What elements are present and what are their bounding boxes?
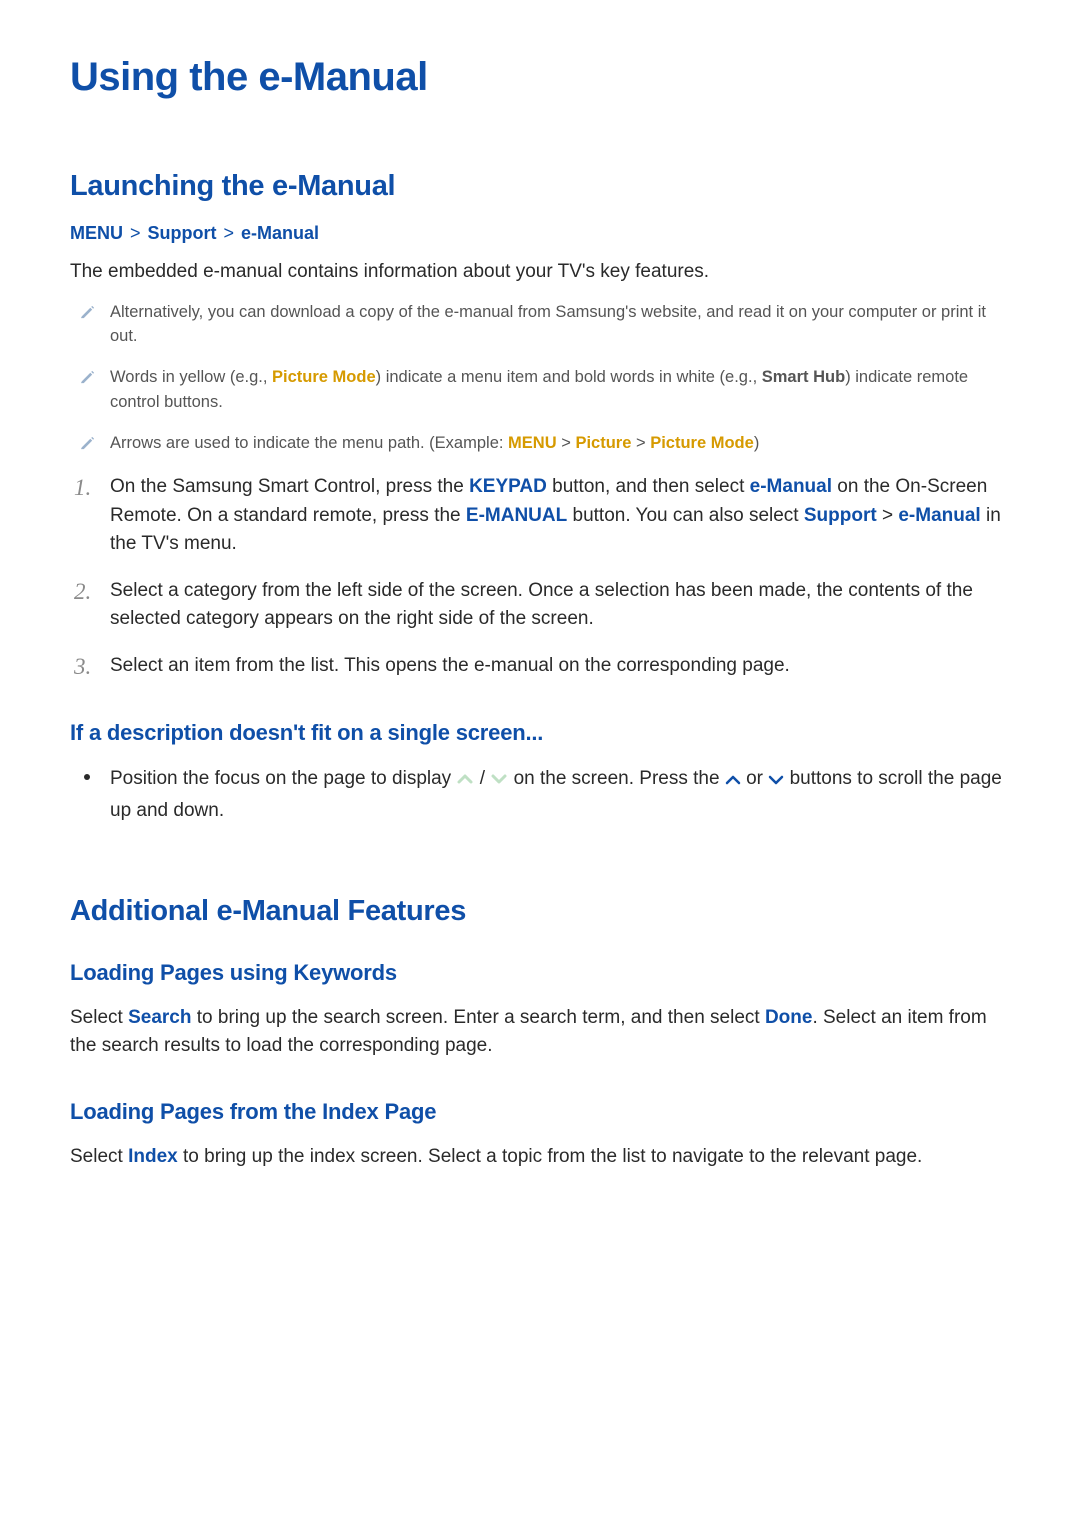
menu-ref: Support: [804, 505, 877, 526]
subsection-heading-keywords: Loading Pages using Keywords: [70, 960, 1010, 986]
button-ref: E-MANUAL: [466, 505, 567, 526]
note-icon: [80, 433, 95, 448]
step-text: On the Samsung Smart Control, press the …: [110, 476, 1001, 554]
text-fragment: Position the focus on the page to displa…: [110, 768, 456, 789]
chevron-down-soft-icon: [490, 766, 508, 795]
text-fragment: /: [480, 768, 491, 789]
chevron-up-icon: [725, 766, 741, 795]
note-icon: [80, 367, 95, 382]
text-fragment: to bring up the search screen. Enter a s…: [191, 1007, 764, 1028]
note-item: Words in yellow (e.g., Picture Mode) ind…: [70, 365, 1010, 415]
text-fragment: On the Samsung Smart Control, press the: [110, 476, 469, 497]
text-fragment: >: [631, 434, 650, 452]
note-item: Arrows are used to indicate the menu pat…: [70, 431, 1010, 456]
chevron-up-soft-icon: [456, 766, 474, 795]
text-fragment: Select: [70, 1007, 128, 1028]
menu-ref-index: Index: [128, 1146, 178, 1167]
text-fragment: ): [754, 434, 760, 452]
text-fragment: to bring up the index screen. Select a t…: [178, 1146, 923, 1167]
spacer: [70, 845, 1010, 895]
bold-term: Smart Hub: [762, 368, 845, 386]
button-ref: KEYPAD: [469, 476, 547, 497]
text-fragment: or: [746, 768, 768, 789]
step-number: 3.: [74, 650, 91, 685]
yellow-term: MENU: [508, 434, 557, 452]
step-item: 1. On the Samsung Smart Control, press t…: [70, 473, 1010, 559]
paragraph-index: Select Index to bring up the index scree…: [70, 1143, 1010, 1171]
step-item: 3. Select an item from the list. This op…: [70, 652, 1010, 681]
text-fragment: Words in yellow (e.g.,: [110, 368, 272, 386]
subsection-heading-fit: If a description doesn't fit on a single…: [70, 720, 1010, 746]
note-item: Alternatively, you can download a copy o…: [70, 300, 1010, 350]
menu-ref: e-Manual: [750, 476, 832, 497]
note-list: Alternatively, you can download a copy o…: [70, 300, 1010, 456]
paragraph-keywords: Select Search to bring up the search scr…: [70, 1004, 1010, 1059]
bullet-icon: [84, 774, 90, 780]
section-heading-launching: Launching the e-Manual: [70, 170, 1010, 203]
note-text: Words in yellow (e.g., Picture Mode) ind…: [110, 368, 968, 411]
section-heading-additional: Additional e-Manual Features: [70, 895, 1010, 928]
step-text: Select an item from the list. This opens…: [110, 655, 790, 676]
yellow-term: Picture Mode: [650, 434, 754, 452]
text-fragment: Select: [70, 1146, 128, 1167]
breadcrumb-support: Support: [148, 223, 217, 243]
menu-ref-done: Done: [765, 1007, 813, 1028]
text-fragment: Arrows are used to indicate the menu pat…: [110, 434, 508, 452]
intro-text: The embedded e-manual contains informati…: [70, 258, 1010, 286]
bullet-item: Position the focus on the page to displa…: [70, 764, 1010, 825]
steps-list: 1. On the Samsung Smart Control, press t…: [70, 473, 1010, 680]
text-fragment: >: [557, 434, 576, 452]
chevron-down-icon: [768, 766, 784, 795]
bullet-text: Position the focus on the page to displa…: [110, 768, 1002, 820]
breadcrumb-sep: >: [217, 223, 242, 243]
menu-ref-search: Search: [128, 1007, 191, 1028]
yellow-term: Picture: [575, 434, 631, 452]
breadcrumb-menu: MENU: [70, 223, 123, 243]
text-fragment: button, and then select: [547, 476, 750, 497]
menu-ref: e-Manual: [898, 505, 980, 526]
breadcrumb-emanual: e-Manual: [241, 223, 319, 243]
breadcrumb-sep: >: [123, 223, 148, 243]
subsection-heading-index: Loading Pages from the Index Page: [70, 1099, 1010, 1125]
note-text: Arrows are used to indicate the menu pat…: [110, 434, 759, 452]
step-number: 2.: [74, 575, 91, 610]
text-fragment: on the screen. Press the: [514, 768, 725, 789]
step-item: 2. Select a category from the left side …: [70, 577, 1010, 634]
step-number: 1.: [74, 471, 91, 506]
note-icon: [80, 302, 95, 317]
text-fragment: button. You can also select: [567, 505, 804, 526]
text-fragment: ) indicate a menu item and bold words in…: [376, 368, 762, 386]
yellow-term: Picture Mode: [272, 368, 376, 386]
bullet-list: Position the focus on the page to displa…: [70, 764, 1010, 825]
manual-page: Using the e-Manual Launching the e-Manua…: [0, 0, 1080, 1245]
breadcrumb: MENU > Support > e-Manual: [70, 223, 1010, 244]
page-title: Using the e-Manual: [70, 55, 1010, 100]
text-fragment: >: [877, 505, 899, 526]
step-text: Select a category from the left side of …: [110, 580, 973, 630]
note-text: Alternatively, you can download a copy o…: [110, 303, 986, 346]
